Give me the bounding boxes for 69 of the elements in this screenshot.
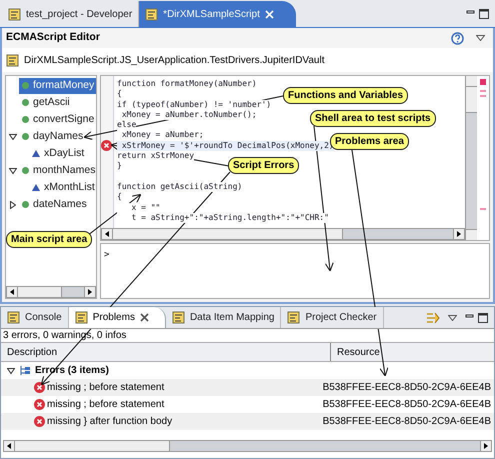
script-path: DirXMLSampleScript.JS_UserApplication.TestDrivers.JupiterIDVault xyxy=(24,54,324,68)
scroll-left-icon[interactable] xyxy=(7,443,11,449)
close-icon[interactable] xyxy=(140,313,149,322)
outline-item[interactable]: getAscii xyxy=(19,94,72,110)
expand-arrow-icon[interactable] xyxy=(8,168,16,174)
tab[interactable]: Project Checker xyxy=(281,307,384,328)
triangle-icon xyxy=(32,150,40,157)
table-cell-text: B538FFEE-EEC8-8D50-2C9A-6EE4B xyxy=(322,398,492,412)
document-icon xyxy=(7,311,20,324)
outline-item[interactable]: monthNames xyxy=(19,162,96,178)
scroll-left-icon[interactable] xyxy=(10,289,14,295)
document-icon xyxy=(74,311,88,324)
tab[interactable]: *DirXMLSampleScript xyxy=(139,1,296,27)
column-header[interactable]: Description xyxy=(1,343,331,361)
script-icon xyxy=(6,54,19,66)
callout-label: Problems area xyxy=(330,133,409,150)
scroll-right-icon[interactable] xyxy=(88,289,92,295)
help-icon[interactable] xyxy=(451,32,464,44)
tab[interactable]: Console xyxy=(1,307,69,328)
outline-item[interactable]: xMonthList xyxy=(29,180,96,196)
table-cell-text: missing ; before statement xyxy=(47,381,164,395)
maximize-icon[interactable] xyxy=(479,8,489,18)
scroll-right-icon[interactable] xyxy=(457,231,461,237)
table-cell-text: B538FFEE-EEC8-8D50-2C9A-6EE4B xyxy=(322,381,492,395)
tab[interactable]: Problems xyxy=(68,307,166,328)
function-dot-icon xyxy=(22,167,29,174)
callout-label: Main script area xyxy=(6,231,92,248)
function-dot-icon xyxy=(22,99,29,106)
outline-item[interactable]: formatMoney xyxy=(19,78,96,94)
maximize-icon[interactable] xyxy=(478,312,488,322)
editor-title: ECMAScript Editor xyxy=(6,30,100,46)
shell-prompt: > xyxy=(104,250,110,260)
dropdown-icon[interactable] xyxy=(448,314,457,320)
expand-arrow-icon[interactable] xyxy=(7,368,15,374)
horizontal-scrollbar[interactable] xyxy=(101,228,465,240)
table-cell-text: B538FFEE-EEC8-8D50-2C9A-6EE4B xyxy=(322,415,492,429)
tree-group-icon xyxy=(19,365,31,376)
table-cell-text: missing ; before statement xyxy=(47,398,164,412)
project-icon xyxy=(145,8,158,20)
callout-label: Script Errors xyxy=(228,157,300,174)
error-icon xyxy=(34,382,45,393)
horizontal-scrollbar[interactable] xyxy=(6,286,96,298)
dropdown-icon[interactable] xyxy=(476,35,485,41)
function-dot-icon xyxy=(22,133,29,140)
scroll-right-icon[interactable] xyxy=(484,443,488,449)
callout-label: Shell area to test scripts xyxy=(310,110,436,127)
function-dot-icon xyxy=(22,82,29,89)
callout-label: Functions and Variables xyxy=(283,87,408,104)
expand-arrow-icon[interactable] xyxy=(8,134,16,140)
error-icon xyxy=(34,416,45,427)
column-header[interactable]: Resource xyxy=(331,343,494,361)
vertical-scrollbar[interactable] xyxy=(465,76,477,240)
outline-item[interactable]: dayNames xyxy=(19,128,86,144)
error-icon xyxy=(34,399,45,410)
function-dot-icon xyxy=(22,201,29,208)
project-icon xyxy=(8,8,21,20)
outline-item[interactable]: xDayList xyxy=(29,146,86,162)
horizontal-scrollbar[interactable] xyxy=(3,440,492,452)
table-cell-text: missing } after function body xyxy=(47,415,172,429)
tab[interactable]: Data Item Mapping xyxy=(166,307,282,328)
collapse-arrow-icon[interactable] xyxy=(10,200,16,208)
scroll-left-icon[interactable] xyxy=(105,231,109,237)
document-icon xyxy=(287,311,300,324)
outline-item[interactable]: dateNames xyxy=(19,196,89,212)
filter-icon[interactable] xyxy=(426,312,440,324)
outline-item[interactable]: convertSigne xyxy=(19,112,96,128)
function-dot-icon xyxy=(22,116,29,123)
triangle-icon xyxy=(32,184,40,191)
document-icon xyxy=(172,311,185,324)
